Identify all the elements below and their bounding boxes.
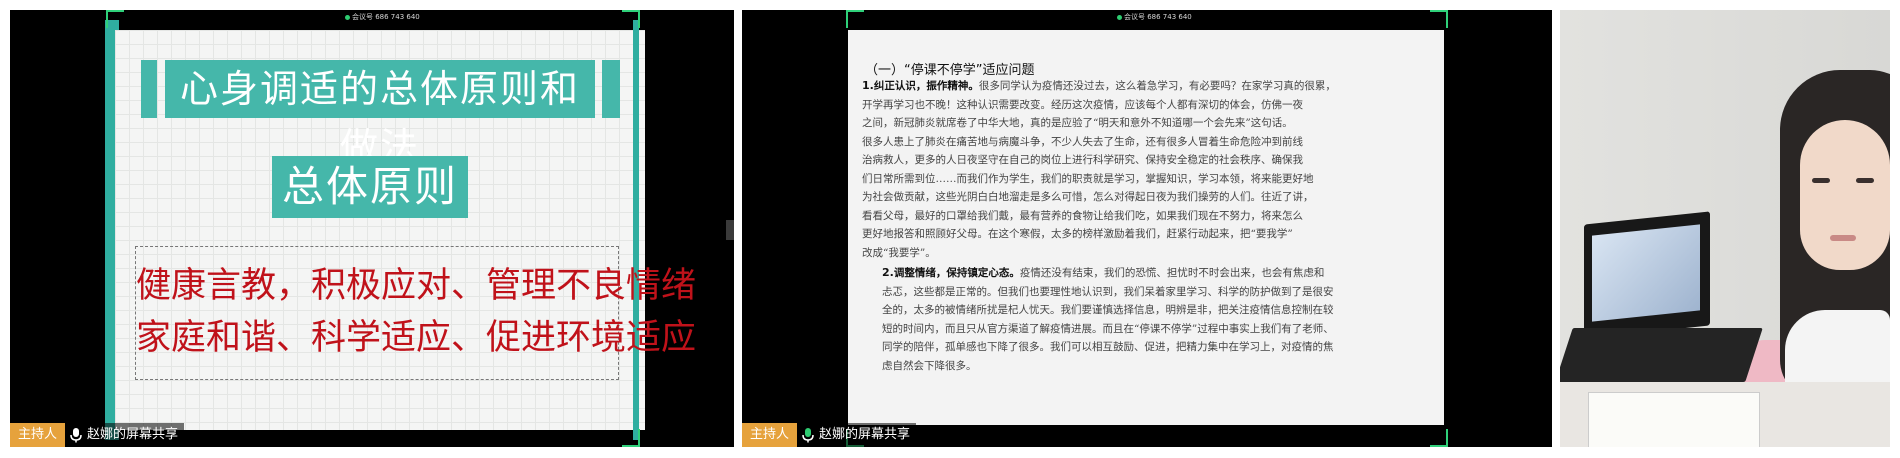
document-paragraph-1: 1.纠正认识，振作精神。很多同学认为疫情还没过去，这么着急学习，有必要吗？在家学…	[862, 79, 1336, 259]
video-tile-webcam[interactable]	[1560, 10, 1890, 447]
status-dot-icon	[1117, 14, 1122, 20]
collapse-handle[interactable]	[726, 220, 734, 240]
meeting-id-label: 会议号 686 743 640	[345, 12, 420, 22]
share-frame-corner	[846, 10, 864, 28]
title-left-tab	[141, 60, 157, 118]
principles-textbox: 健康言教，积极应对、管理不良情绪 家庭和谐、科学适应、促进环境适应	[135, 246, 696, 380]
host-badge: 主持人	[742, 423, 798, 447]
slide-right-stripe	[633, 20, 639, 440]
laptop-display	[1592, 224, 1700, 322]
host-badge: 主持人	[10, 423, 66, 447]
document-paragraph-2: 2.调整情绪，保持镇定心态。疫情还没有结束，我们的恐慌、担忧时不时会出来，也会有…	[882, 266, 1334, 372]
slide-title: 心身调适的总体原则和做法	[165, 60, 595, 169]
presenter-eye	[1812, 178, 1830, 183]
presenter-eye	[1856, 178, 1874, 183]
share-frame-corner	[622, 10, 640, 28]
microphone-icon	[70, 428, 82, 443]
share-frame-corner	[622, 429, 640, 447]
presenter-mouth	[1830, 235, 1856, 241]
notebook	[1588, 392, 1760, 447]
microphone-icon	[802, 428, 814, 443]
share-frame-corner	[1430, 10, 1448, 28]
tile-caption-bar: 主持人 赵娜的屏幕共享	[10, 423, 185, 447]
share-label: 赵娜的屏幕共享	[797, 423, 917, 447]
tile-caption-bar: 主持人 赵娜的屏幕共享	[742, 423, 917, 447]
slide-subtitle: 总体原则	[272, 156, 468, 218]
share-label: 赵娜的屏幕共享	[65, 423, 185, 447]
document-page: （一）“停课不停学”适应问题 1.纠正认识，振作精神。很多同学认为疫情还没过去，…	[848, 30, 1444, 425]
principle-line-2: 家庭和谐、科学适应、促进环境适应	[136, 318, 697, 358]
title-right-tab	[602, 60, 620, 118]
presenter-face	[1800, 120, 1890, 270]
share-frame-corner	[1430, 429, 1448, 447]
meeting-id-label: 会议号 686 743 640	[1117, 12, 1192, 22]
share-frame-corner	[106, 10, 124, 28]
laptop-keyboard	[1560, 328, 1763, 382]
video-tile-document-share[interactable]: （一）“停课不停学”适应问题 1.纠正认识，振作精神。很多同学认为疫情还没过去，…	[742, 10, 1552, 447]
status-dot-icon	[345, 14, 350, 20]
document-heading: （一）“停课不停学”适应问题	[865, 63, 1035, 78]
video-tile-slide-share[interactable]: 心身调适的总体原则和做法 总体原则 健康言教，积极应对、管理不良情绪 家庭和谐、…	[10, 10, 734, 447]
principle-line-1: 健康言教，积极应对、管理不良情绪	[136, 266, 697, 306]
